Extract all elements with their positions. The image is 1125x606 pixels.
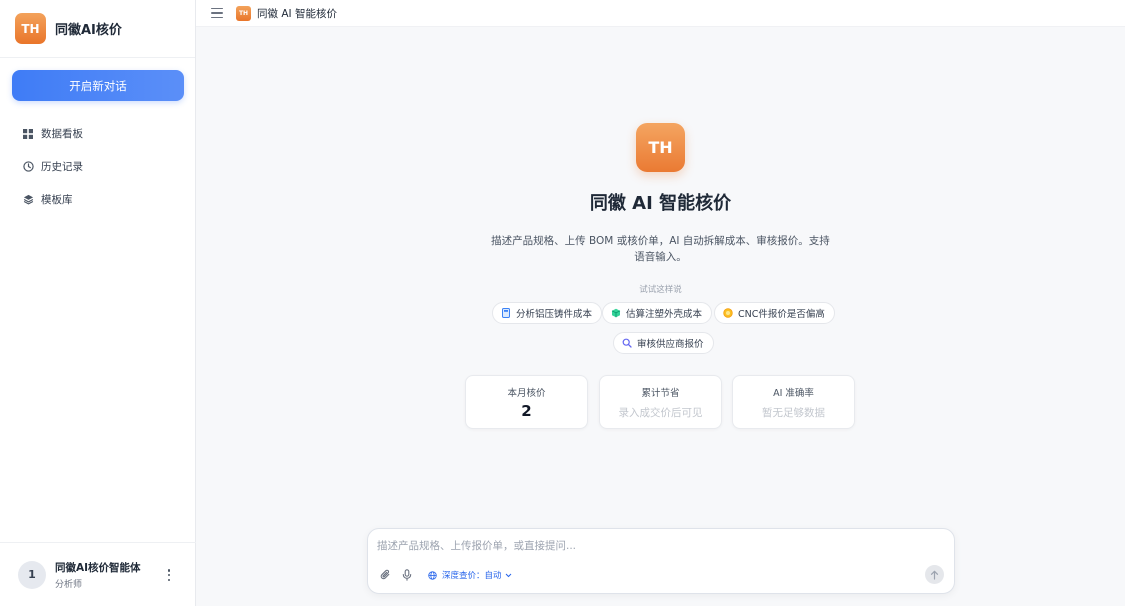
- suggestion-label: 审核供应商报价: [637, 339, 704, 350]
- mode-label: 深度查价：自动: [442, 571, 502, 581]
- suggestion-chip[interactable]: 分析铝压铸件成本: [492, 302, 603, 324]
- send-button[interactable]: [925, 565, 944, 584]
- suggestion-label: 分析铝压铸件成本: [516, 309, 593, 320]
- microphone-icon[interactable]: [400, 568, 414, 582]
- stat-value: 录入成交价后可见: [618, 407, 703, 419]
- chevron-down-icon: [505, 573, 512, 578]
- avatar: 1: [18, 560, 46, 589]
- user-role: 分析师: [55, 579, 83, 590]
- arrow-up-icon: [930, 570, 939, 580]
- topbar-title: 同徽 AI 智能核价: [257, 7, 337, 20]
- stat-card-monthly-pricing: 本月核价 2: [465, 375, 588, 429]
- main-panel: TH 同徽 AI 智能核价 描述产品规格、上传 BOM 或核价单，AI 自动拆解…: [196, 27, 1125, 606]
- sidebar-nav: 数据看板 历史记录 模板库: [0, 117, 196, 216]
- chat-input[interactable]: [377, 538, 937, 554]
- topbar-logo: TH: [236, 5, 251, 21]
- coin-icon: [723, 308, 733, 318]
- user-name: 同徽AI核价智能体: [55, 561, 141, 574]
- new-chat-button[interactable]: 开启新对话: [12, 70, 184, 101]
- globe-icon: [428, 570, 438, 580]
- stat-label: 累计节省: [641, 388, 680, 399]
- page-description: 描述产品规格、上传 BOM 或核价单，AI 自动拆解成本、审核报价。支持语音输入…: [491, 235, 830, 263]
- clock-icon: [22, 161, 34, 173]
- brand-logo: TH: [15, 13, 46, 44]
- sidebar: TH 同徽AI核价 开启新对话 数据看板 历史记录 模板库 1 同徽AI核价智能…: [0, 0, 196, 606]
- calculator-icon: [501, 308, 511, 318]
- box-icon: [611, 308, 621, 318]
- sidebar-item-label: 模板库: [41, 194, 73, 206]
- menu-toggle-icon[interactable]: [211, 8, 223, 18]
- page-title: 同徽 AI 智能核价: [589, 193, 732, 214]
- suggestion-label: 估算注塑外壳成本: [626, 309, 703, 320]
- user-panel[interactable]: 1 同徽AI核价智能体 分析师: [0, 542, 196, 606]
- paperclip-icon[interactable]: [379, 568, 393, 582]
- hero-logo: TH: [636, 123, 685, 172]
- more-options-icon[interactable]: [164, 567, 174, 583]
- sidebar-brand[interactable]: TH 同徽AI核价: [0, 0, 195, 58]
- suggestion-chip[interactable]: 估算注塑外壳成本: [602, 302, 713, 324]
- deep-pricing-mode-dropdown[interactable]: 深度查价：自动: [424, 566, 516, 584]
- chat-composer: 深度查价：自动: [367, 528, 955, 594]
- suggestion-chip[interactable]: CNC件报价是否偏高: [714, 302, 835, 324]
- stat-value: 暂无足够数据: [762, 407, 825, 419]
- suggestion-chip[interactable]: 审核供应商报价: [613, 332, 714, 354]
- stat-card-total-savings: 累计节省 录入成交价后可见: [599, 375, 722, 429]
- layers-icon: [22, 194, 34, 206]
- stat-card-ai-accuracy: AI 准确率 暂无足够数据: [732, 375, 855, 429]
- stat-label: 本月核价: [507, 388, 546, 399]
- suggestions-label: 试试这样说: [639, 285, 682, 295]
- sidebar-item-history[interactable]: 历史记录: [0, 150, 196, 183]
- suggestion-label: CNC件报价是否偏高: [738, 309, 825, 320]
- sidebar-item-templates[interactable]: 模板库: [0, 183, 196, 216]
- dashboard-icon: [22, 128, 34, 140]
- top-bar: TH 同徽 AI 智能核价: [196, 0, 1125, 27]
- stat-label: AI 准确率: [773, 388, 814, 399]
- stat-value: 2: [521, 402, 532, 420]
- sidebar-item-dashboard[interactable]: 数据看板: [0, 117, 196, 150]
- sidebar-item-label: 历史记录: [41, 161, 83, 173]
- brand-name: 同徽AI核价: [55, 23, 122, 38]
- search-icon: [622, 338, 632, 348]
- sidebar-item-label: 数据看板: [41, 128, 83, 140]
